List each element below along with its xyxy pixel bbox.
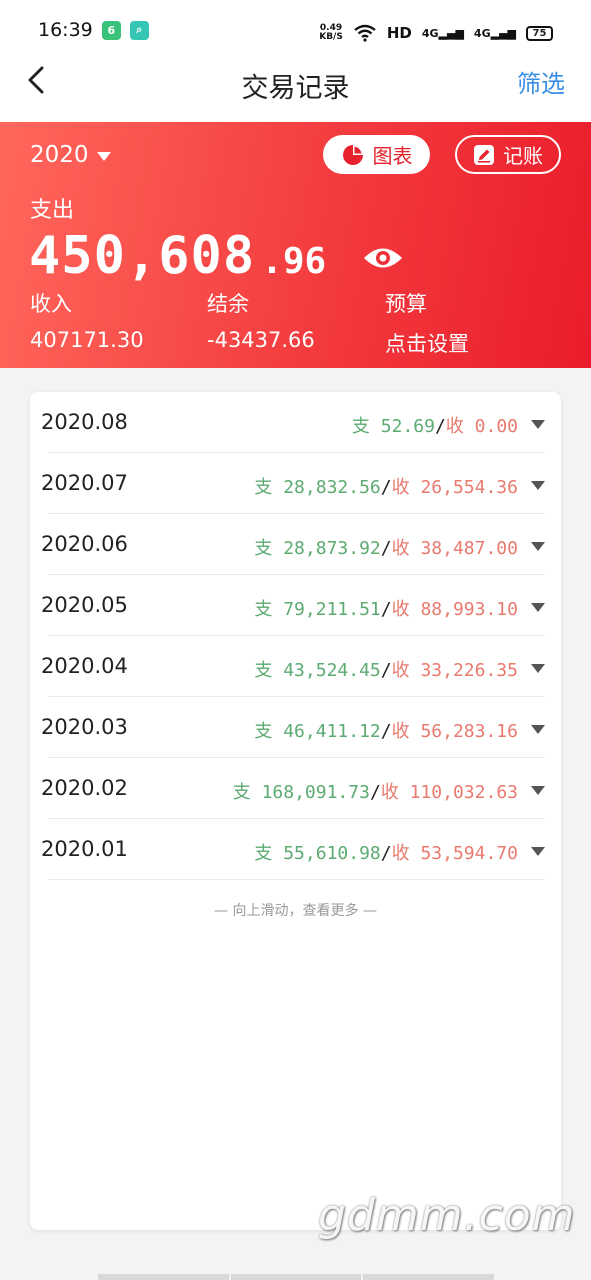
month-income: 53,594.70 [420, 843, 518, 864]
balance-value: -43437.66 [207, 328, 315, 352]
month-expense: 168,091.73 [261, 782, 370, 803]
month-expense: 43,524.45 [283, 660, 381, 681]
month-expense: 46,411.12 [283, 721, 381, 742]
expand-chevron-icon[interactable] [531, 420, 545, 429]
watermark: gdmm.com [318, 1190, 576, 1241]
month-label: 2020.02 [41, 776, 128, 800]
bottom-strip-segment [230, 1274, 362, 1280]
month-totals: 支 28,832.56/收 26,554.36 [254, 477, 518, 498]
record-button[interactable]: 记账 [455, 135, 561, 174]
monthly-list-card: 2020.08 支 52.69/收 0.00 2020.07 支 28,832.… [30, 392, 561, 1230]
budget-set-link[interactable]: 点击设置 [385, 328, 469, 358]
income-value: 407171.30 [30, 328, 144, 352]
record-button-label: 记账 [503, 144, 543, 168]
month-totals: 支 168,091.73/收 110,032.63 [232, 782, 518, 803]
expand-chevron-icon[interactable] [531, 481, 545, 490]
app-notification-icon: 6 [101, 20, 121, 40]
expand-chevron-icon[interactable] [531, 603, 545, 612]
month-label: 2020.07 [41, 471, 128, 495]
status-indicators: 0.49 KB/S HD 4G▂▄▆ 4G▂▄▆ 75 [319, 24, 553, 42]
month-row[interactable]: 2020.06 支 28,873.92/收 38,487.00 [41, 514, 545, 575]
year-label: 2020 [30, 142, 89, 168]
month-totals: 支 28,873.92/收 38,487.00 [254, 538, 518, 559]
income-label: 收入 [30, 292, 72, 316]
expand-chevron-icon[interactable] [531, 847, 545, 856]
month-totals: 支 55,610.98/收 53,594.70 [254, 843, 518, 864]
expense-label: 支出 [30, 198, 75, 223]
month-income: 33,226.35 [420, 660, 518, 681]
expense-amount-integer: 450,608 [29, 226, 256, 286]
month-label: 2020.08 [41, 410, 128, 434]
signal-icon: 4G▂▄▆ [421, 26, 464, 40]
eye-icon[interactable] [362, 243, 404, 273]
bottom-strip-segment [98, 1274, 229, 1280]
month-row[interactable]: 2020.03 支 46,411.12/收 56,283.16 [41, 697, 545, 758]
month-label: 2020.05 [41, 593, 128, 617]
expand-chevron-icon[interactable] [531, 725, 545, 734]
search-notification-icon: ⌕ [129, 20, 149, 40]
month-income: 110,032.63 [409, 782, 518, 803]
edit-icon [474, 144, 494, 165]
chart-button[interactable]: 图表 [323, 135, 430, 174]
month-label: 2020.01 [41, 837, 128, 861]
chart-button-label: 图表 [372, 144, 413, 168]
pie-chart-icon [342, 144, 363, 165]
expand-chevron-icon[interactable] [531, 786, 545, 795]
battery-icon: 75 [526, 25, 553, 41]
balance-label: 结余 [207, 292, 249, 316]
month-expense: 28,832.56 [283, 477, 381, 498]
month-totals: 支 52.69/收 0.00 [351, 416, 518, 437]
wifi-icon [354, 24, 376, 42]
year-selector[interactable]: 2020 [30, 142, 111, 168]
month-income: 0.00 [474, 416, 518, 437]
summary-panel: 2020 图表 记账 支出 450,608 .96 收入 407171.30 结… [0, 122, 591, 368]
filter-button[interactable]: 筛选 [517, 64, 565, 99]
month-label: 2020.04 [41, 654, 128, 678]
month-row[interactable]: 2020.04 支 43,524.45/收 33,226.35 [41, 636, 545, 697]
load-more-hint: — 向上滑动，查看更多 — [214, 903, 377, 919]
month-totals: 支 79,211.51/收 88,993.10 [254, 599, 518, 620]
signal-icon-2: 4G▂▄▆ [473, 26, 516, 40]
expand-chevron-icon[interactable] [531, 542, 545, 551]
budget-label: 预算 [385, 292, 427, 316]
expand-chevron-icon[interactable] [531, 664, 545, 673]
month-expense: 52.69 [380, 416, 435, 437]
month-label: 2020.06 [41, 532, 128, 556]
month-income: 38,487.00 [420, 538, 518, 559]
month-expense: 28,873.92 [283, 538, 381, 559]
month-totals: 支 46,411.12/收 56,283.16 [254, 721, 518, 742]
month-expense: 55,610.98 [283, 843, 381, 864]
bottom-tab-strip [98, 1274, 495, 1280]
month-row[interactable]: 2020.08 支 52.69/收 0.00 [41, 392, 545, 453]
month-label: 2020.03 [41, 715, 128, 739]
page-title: 交易记录 [241, 73, 350, 104]
month-row[interactable]: 2020.02 支 168,091.73/收 110,032.63 [41, 758, 545, 819]
month-income: 56,283.16 [420, 721, 518, 742]
chevron-down-icon [96, 151, 111, 161]
month-row[interactable]: 2020.05 支 79,211.51/收 88,993.10 [41, 575, 545, 636]
month-expense: 79,211.51 [283, 599, 381, 620]
nav-bar: 交易记录 筛选 [0, 60, 591, 122]
network-speed: 0.49 KB/S [319, 23, 343, 42]
expense-amount-decimal: .96 [261, 241, 327, 282]
expense-amount: 450,608 .96 [29, 226, 326, 286]
month-row[interactable]: 2020.01 支 55,610.98/收 53,594.70 [41, 819, 545, 880]
status-time: 16:39 [38, 19, 93, 41]
month-row[interactable]: 2020.07 支 28,832.56/收 26,554.36 [41, 453, 545, 514]
month-totals: 支 43,524.45/收 33,226.35 [254, 660, 518, 681]
hd-indicator: HD [386, 24, 412, 42]
month-income: 88,993.10 [420, 599, 518, 620]
month-income: 26,554.36 [420, 477, 518, 498]
status-bar: 16:39 6 ⌕ 0.49 KB/S HD 4G▂▄▆ 4G▂▄▆ 75 [0, 0, 591, 60]
bottom-strip-segment [363, 1274, 495, 1280]
